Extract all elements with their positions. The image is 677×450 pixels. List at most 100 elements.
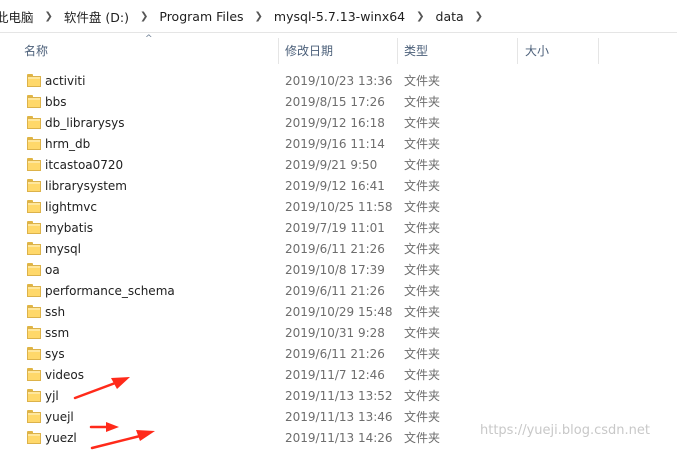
folder-icon — [27, 263, 41, 276]
file-modified-date: 2019/6/11 21:26 — [285, 284, 385, 298]
file-name: sys — [45, 347, 65, 361]
folder-icon — [27, 74, 41, 87]
folder-icon — [27, 116, 41, 129]
file-name: hrm_db — [45, 137, 91, 151]
folder-icon — [27, 305, 41, 318]
file-type: 文件夹 — [404, 347, 441, 361]
file-name: librarysystem — [45, 179, 127, 193]
file-type: 文件夹 — [404, 116, 441, 130]
file-type: 文件夹 — [404, 431, 441, 445]
file-type: 文件夹 — [404, 179, 441, 193]
file-name: yuejl — [45, 410, 74, 424]
file-modified-date: 2019/11/13 14:26 — [285, 431, 393, 445]
file-row[interactable]: itcastoa0720 2019/9/21 9:50 文件夹 — [0, 155, 677, 176]
column-divider[interactable] — [397, 38, 398, 64]
file-name: ssh — [45, 305, 66, 319]
chevron-right-icon[interactable]: ❯ — [255, 11, 263, 22]
address-bar[interactable]: 此电脑❯软件盘 (D:)❯Program Files❯mysql-5.7.13-… — [0, 0, 677, 33]
file-type: 文件夹 — [404, 137, 441, 151]
column-header-type[interactable]: 类型 — [404, 36, 428, 66]
file-type: 文件夹 — [404, 200, 441, 214]
file-name: lightmvc — [45, 200, 97, 214]
file-row[interactable]: ssm 2019/10/31 9:28 文件夹 — [0, 323, 677, 344]
file-modified-date: 2019/6/11 21:26 — [285, 347, 385, 361]
file-type: 文件夹 — [404, 410, 441, 424]
file-row[interactable]: mysql 2019/6/11 21:26 文件夹 — [0, 239, 677, 260]
file-type: 文件夹 — [404, 95, 441, 109]
chevron-right-icon[interactable]: ❯ — [475, 11, 483, 22]
breadcrumb-item[interactable]: Program Files ❯ — [157, 0, 272, 32]
chevron-right-icon[interactable]: ❯ — [45, 11, 53, 22]
column-header-size[interactable]: 大小 — [525, 36, 549, 66]
column-header-name[interactable]: 名称 — [24, 36, 48, 66]
file-name: yjl — [45, 389, 59, 403]
breadcrumb-item[interactable]: 软件盘 (D:) ❯ — [62, 0, 157, 32]
file-name: yuezl — [45, 431, 77, 445]
file-row[interactable]: videos 2019/11/7 12:46 文件夹 — [0, 365, 677, 386]
file-row[interactable]: oa 2019/10/8 17:39 文件夹 — [0, 260, 677, 281]
file-name: ssm — [45, 326, 70, 340]
file-row[interactable]: bbs 2019/8/15 17:26 文件夹 — [0, 92, 677, 113]
file-modified-date: 2019/10/25 11:58 — [285, 200, 393, 214]
file-modified-date: 2019/11/13 13:46 — [285, 410, 393, 424]
file-name: performance_schema — [45, 284, 175, 298]
file-row[interactable]: ssh 2019/10/29 15:48 文件夹 — [0, 302, 677, 323]
file-type: 文件夹 — [404, 368, 441, 382]
file-row[interactable]: activiti 2019/10/23 13:36 文件夹 — [0, 71, 677, 92]
file-modified-date: 2019/9/16 11:14 — [285, 137, 385, 151]
column-header-modified[interactable]: 修改日期 — [285, 36, 333, 66]
file-row[interactable]: sys 2019/6/11 21:26 文件夹 — [0, 344, 677, 365]
file-name: mybatis — [45, 221, 94, 235]
folder-icon — [27, 200, 41, 213]
file-row[interactable]: mybatis 2019/7/19 11:01 文件夹 — [0, 218, 677, 239]
breadcrumb-label[interactable]: 软件盘 (D:) — [62, 7, 131, 26]
folder-icon — [27, 179, 41, 192]
file-type: 文件夹 — [404, 221, 441, 235]
file-name: oa — [45, 263, 60, 277]
file-row[interactable]: performance_schema 2019/6/11 21:26 文件夹 — [0, 281, 677, 302]
file-name: bbs — [45, 95, 67, 109]
folder-icon — [27, 284, 41, 297]
breadcrumb-label[interactable]: Program Files — [157, 9, 245, 24]
file-modified-date: 2019/9/12 16:18 — [285, 116, 385, 130]
file-type: 文件夹 — [404, 74, 441, 88]
folder-icon — [27, 368, 41, 381]
file-name: db_librarysys — [45, 116, 125, 130]
breadcrumb-label[interactable]: data — [434, 9, 466, 24]
file-type: 文件夹 — [404, 242, 441, 256]
file-modified-date: 2019/10/23 13:36 — [285, 74, 393, 88]
chevron-right-icon[interactable]: ❯ — [140, 11, 148, 22]
watermark: https://yueji.blog.csdn.net — [480, 423, 650, 438]
breadcrumb-item[interactable]: mysql-5.7.13-winx64 ❯ — [272, 0, 434, 32]
file-row[interactable]: hrm_db 2019/9/16 11:14 文件夹 — [0, 134, 677, 155]
file-type: 文件夹 — [404, 305, 441, 319]
file-type: 文件夹 — [404, 284, 441, 298]
file-modified-date: 2019/9/12 16:41 — [285, 179, 385, 193]
folder-icon — [27, 326, 41, 339]
breadcrumb-label[interactable]: mysql-5.7.13-winx64 — [272, 9, 407, 24]
file-modified-date: 2019/8/15 17:26 — [285, 95, 385, 109]
file-modified-date: 2019/9/21 9:50 — [285, 158, 378, 172]
column-divider[interactable] — [517, 38, 518, 64]
file-row[interactable]: librarysystem 2019/9/12 16:41 文件夹 — [0, 176, 677, 197]
column-headers: ^ 名称 修改日期 类型 大小 — [0, 34, 677, 66]
file-name: mysql — [45, 242, 81, 256]
file-row[interactable]: lightmvc 2019/10/25 11:58 文件夹 — [0, 197, 677, 218]
file-modified-date: 2019/10/8 17:39 — [285, 263, 385, 277]
breadcrumb-item[interactable]: data ❯ — [434, 0, 493, 32]
file-row[interactable]: db_librarysys 2019/9/12 16:18 文件夹 — [0, 113, 677, 134]
file-row[interactable]: yjl 2019/11/13 13:52 文件夹 — [0, 386, 677, 407]
file-modified-date: 2019/11/7 12:46 — [285, 368, 385, 382]
file-list: activiti 2019/10/23 13:36 文件夹 bbs 2019/8/15 … — [0, 71, 677, 449]
folder-icon — [27, 221, 41, 234]
column-divider[interactable] — [278, 38, 279, 64]
folder-icon — [27, 95, 41, 108]
chevron-right-icon[interactable]: ❯ — [416, 11, 424, 22]
breadcrumb-label[interactable]: 此电脑 — [0, 7, 36, 26]
file-name: itcastoa0720 — [45, 158, 124, 172]
file-modified-date: 2019/7/19 11:01 — [285, 221, 385, 235]
breadcrumb-item[interactable]: 此电脑 ❯ — [0, 0, 62, 32]
column-divider[interactable] — [598, 38, 599, 64]
file-modified-date: 2019/10/29 15:48 — [285, 305, 393, 319]
folder-icon — [27, 347, 41, 360]
